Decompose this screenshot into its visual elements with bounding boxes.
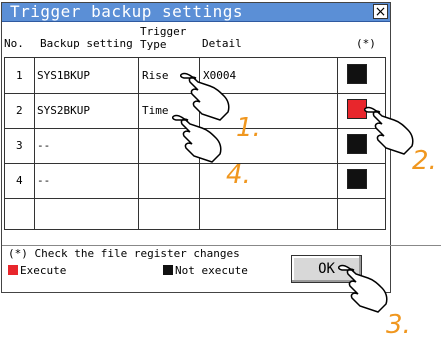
row-2-backup-setting[interactable]: SYS2BKUP — [37, 104, 90, 117]
close-button[interactable]: × — [373, 4, 388, 19]
execute-swatch — [8, 265, 18, 275]
check-note: (*) Check the file register changes — [8, 247, 240, 260]
legend-not-execute: Not execute — [163, 264, 248, 277]
step-1-label: 1. — [236, 113, 261, 143]
column-divider — [138, 58, 139, 229]
row-4-no: 4 — [16, 174, 23, 187]
pointing-hand-icon — [172, 114, 222, 163]
column-header-trigger-type-line1: Trigger — [140, 25, 187, 38]
row-2-no: 2 — [16, 104, 23, 117]
row-4-backup-setting[interactable]: -- — [37, 174, 50, 187]
row-3-backup-setting[interactable]: -- — [37, 139, 50, 152]
footer-divider — [2, 245, 441, 246]
row-divider — [5, 198, 385, 199]
legend-not-execute-label: Not execute — [175, 264, 248, 277]
row-1-check-toggle[interactable] — [347, 64, 367, 84]
column-divider — [34, 58, 35, 229]
pointing-hand-icon — [338, 264, 388, 313]
step-4-label: 4. — [226, 160, 251, 190]
step-3-label: 3. — [386, 310, 411, 340]
row-1-backup-setting[interactable]: SYS1BKUP — [37, 69, 90, 82]
not-execute-swatch — [163, 265, 173, 275]
row-3-no: 3 — [16, 139, 23, 152]
dialog-title: Trigger backup settings — [10, 2, 244, 21]
column-divider — [337, 58, 338, 229]
column-header-trigger-type-line2: Type — [140, 38, 167, 51]
row-1-no: 1 — [16, 69, 23, 82]
legend-execute-label: Execute — [20, 264, 67, 277]
legend-execute: Execute — [8, 264, 66, 277]
step-2-label: 2. — [412, 146, 437, 176]
row-1-trigger-type[interactable]: Rise — [142, 69, 169, 82]
row-4-check-toggle[interactable] — [347, 169, 367, 189]
title-bar: Trigger backup settings × — [2, 2, 390, 22]
row-2-trigger-type[interactable]: Time — [142, 104, 169, 117]
